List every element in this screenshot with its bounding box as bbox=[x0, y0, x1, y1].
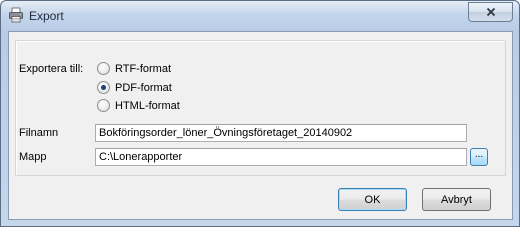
close-button[interactable] bbox=[468, 2, 513, 22]
radio-html-format[interactable]: HTML-format bbox=[97, 99, 180, 112]
filename-field[interactable]: Bokföringsorder_löner_Övningsföretaget_2… bbox=[95, 124, 467, 142]
radio-pdf-label: PDF-format bbox=[115, 81, 172, 94]
folder-field[interactable]: C:\Lonerapporter bbox=[95, 148, 467, 166]
title-bar: Export bbox=[1, 1, 519, 31]
radio-rtf[interactable] bbox=[97, 62, 110, 75]
radio-html-label: HTML-format bbox=[115, 99, 180, 112]
radio-pdf[interactable] bbox=[97, 81, 110, 94]
printer-icon bbox=[9, 7, 23, 23]
radio-pdf-format[interactable]: PDF-format bbox=[97, 81, 172, 94]
folder-label: Mapp bbox=[19, 151, 47, 163]
window-title: Export bbox=[29, 9, 64, 23]
ok-button[interactable]: OK bbox=[338, 188, 407, 211]
export-dialog: Export Exportera till: RTF-format PDF-fo… bbox=[0, 0, 520, 227]
radio-html[interactable] bbox=[97, 99, 110, 112]
radio-rtf-format[interactable]: RTF-format bbox=[97, 62, 171, 75]
export-to-label: Exportera till: bbox=[19, 63, 84, 75]
close-icon bbox=[486, 7, 495, 17]
filename-label: Filnamn bbox=[19, 127, 59, 139]
cancel-button[interactable]: Avbryt bbox=[422, 188, 491, 211]
browse-button[interactable]: ... bbox=[470, 148, 488, 166]
radio-rtf-label: RTF-format bbox=[115, 62, 172, 75]
dialog-body: Exportera till: RTF-format PDF-format HT… bbox=[8, 31, 513, 220]
